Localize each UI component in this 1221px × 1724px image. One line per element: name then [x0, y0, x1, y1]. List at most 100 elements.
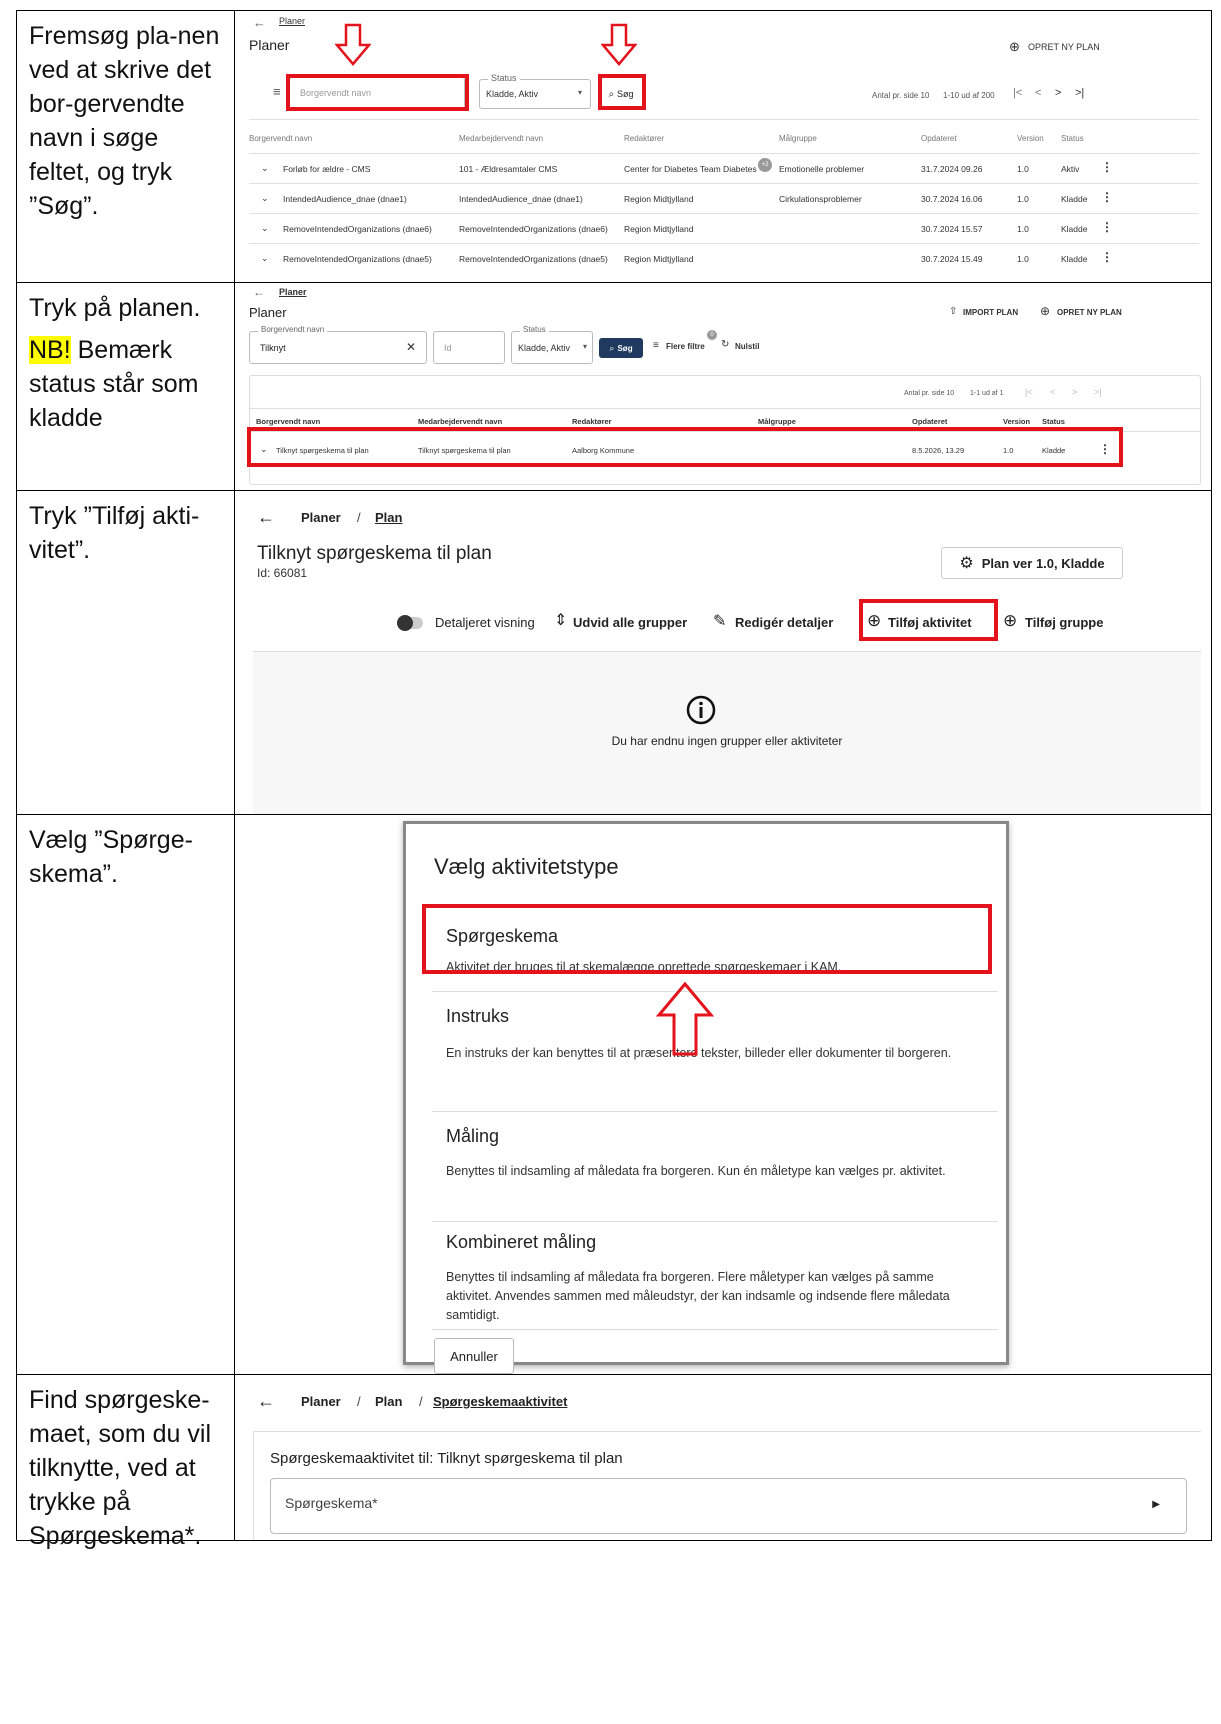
status-select[interactable]: Status Kladde, Aktiv ▾: [479, 73, 591, 109]
last-page-icon[interactable]: >|: [1075, 87, 1084, 99]
first-page-icon[interactable]: |<: [1025, 387, 1033, 397]
dialog-title: Vælg aktivitetstype: [434, 854, 619, 879]
activity-form: Spørgeskemaaktivitet til: Tilknyt spørge…: [253, 1431, 1201, 1540]
filter-icon: ≡: [653, 340, 659, 351]
prev-page-icon[interactable]: <: [1050, 387, 1055, 397]
step-row-1: Fremsøg pla-nen ved at skrive det bor-ge…: [17, 11, 1211, 283]
next-page-icon[interactable]: >: [1072, 387, 1077, 397]
id-field[interactable]: Id: [433, 331, 505, 364]
create-plan-button[interactable]: OPRET NY PLAN: [1028, 42, 1100, 52]
breadcrumb-current: Spørgeskemaaktivitet: [433, 1394, 568, 1409]
reset-icon: ↻: [721, 339, 730, 350]
step-row-2: Tryk på planen. NB! Bemærk status står s…: [17, 283, 1211, 491]
down-arrow-icon: [335, 23, 371, 66]
expand-all-button[interactable]: Udvid alle grupper: [573, 615, 687, 630]
add-circle-icon: ⊕: [1003, 611, 1018, 630]
option-measurement[interactable]: Måling Benyttes til indsamling af måleda…: [432, 1112, 998, 1222]
back-arrow-icon[interactable]: ←: [257, 507, 275, 528]
step-row-4: Vælg ”Spørge-skema”. Vælg aktivitetstype…: [17, 815, 1211, 1375]
filter-count-badge: 0: [707, 330, 717, 340]
option-instruction[interactable]: Instruks En instruks der kan benyttes ti…: [432, 992, 998, 1112]
up-arrow-icon: [655, 981, 715, 1056]
form-title: Spørgeskemaaktivitet til: Tilknyt spørge…: [270, 1450, 623, 1467]
breadcrumb[interactable]: Planer: [279, 287, 307, 297]
plans-table: Borgervendt navn Medarbejdervendt navn R…: [249, 119, 1199, 274]
filter-icon[interactable]: ≡: [273, 84, 281, 99]
caret-right-icon: ▶: [1152, 1499, 1160, 1510]
highlight-search-input: [286, 74, 469, 111]
instruction-table: Fremsøg pla-nen ved at skrive det bor-ge…: [16, 10, 1212, 1550]
per-page[interactable]: Antal pr. side 10: [904, 390, 954, 397]
empty-message: Du har endnu ingen grupper eller aktivit…: [611, 734, 843, 748]
breadcrumb-planer[interactable]: Planer: [301, 510, 341, 525]
clear-icon[interactable]: ✕: [406, 340, 416, 354]
dropdown-icon: ▾: [582, 342, 587, 351]
last-page-icon[interactable]: >|: [1094, 387, 1102, 397]
breadcrumb-planer[interactable]: Planer: [301, 1394, 341, 1409]
create-plan-button[interactable]: OPRET NY PLAN: [1057, 308, 1122, 317]
activity-type-dialog: Vælg aktivitetstype Spørgeskema Aktivite…: [403, 821, 1009, 1374]
down-arrow-icon: [601, 23, 637, 66]
plan-version-button[interactable]: ⚙ Plan ver 1.0, Kladde: [941, 547, 1123, 579]
table-row[interactable]: ⌄ IntendedAudience_dnae (dnae1) Intended…: [249, 184, 1199, 214]
status-select[interactable]: Status Kladde, Aktiv ▾: [511, 325, 593, 364]
table-row[interactable]: ⌄ RemoveIntendedOrganizations (dnae5) Re…: [249, 244, 1199, 274]
expand-icon[interactable]: ⌄: [261, 163, 269, 174]
plan-title: Tilknyt spørgeskema til plan: [257, 543, 492, 564]
highlight-search-button: [598, 74, 646, 110]
step-1-screenshot: ← Planer Planer ⊕ OPRET NY PLAN ≡ Borger…: [235, 11, 1211, 282]
breadcrumb-plan[interactable]: Plan: [375, 1394, 402, 1409]
search-button[interactable]: ⌕ Søg: [599, 338, 643, 358]
highlight-questionnaire-option: [422, 904, 992, 974]
detailed-view-label: Detaljeret visning: [435, 615, 535, 630]
per-page[interactable]: Antal pr. side 10: [872, 91, 929, 100]
name-field[interactable]: Borgervendt navn Tilknyt ✕: [249, 325, 427, 364]
expand-icon[interactable]: ⌄: [261, 193, 269, 204]
prev-page-icon[interactable]: <: [1035, 87, 1041, 99]
breadcrumb-plan[interactable]: Plan: [375, 510, 402, 525]
reset-button[interactable]: Nulstil: [735, 342, 759, 351]
empty-state-panel: Du har endnu ingen grupper eller aktivit…: [253, 651, 1201, 814]
back-arrow-icon[interactable]: ←: [253, 285, 265, 299]
info-icon: [686, 695, 716, 725]
expand-icon: ⇕: [554, 612, 568, 629]
first-page-icon[interactable]: |<: [1013, 87, 1022, 99]
cancel-button[interactable]: Annuller: [434, 1338, 514, 1374]
back-arrow-icon[interactable]: ←: [257, 1391, 275, 1412]
questionnaire-field[interactable]: Spørgeskema* ▶: [270, 1478, 1187, 1534]
more-vert-icon[interactable]: ⋮: [1101, 250, 1113, 264]
breadcrumb-separator: /: [357, 1394, 361, 1409]
import-plan-button[interactable]: IMPORT PLAN: [963, 308, 1018, 317]
nb-highlight: NB!: [29, 336, 71, 364]
add-circle-icon: ⊕: [1040, 304, 1051, 318]
page-range: 1-10 ud af 200: [943, 91, 995, 100]
more-vert-icon[interactable]: ⋮: [1101, 160, 1113, 174]
highlight-add-activity: [859, 599, 998, 641]
next-page-icon[interactable]: >: [1055, 87, 1061, 99]
breadcrumb[interactable]: Planer: [279, 16, 305, 26]
more-filters-button[interactable]: Flere filtre: [666, 342, 705, 351]
expand-icon[interactable]: ⌄: [261, 253, 269, 264]
add-group-button[interactable]: Tilføj gruppe: [1025, 615, 1103, 630]
step-row-3: Tryk ”Tilføj akti-vitet”. ← Planer / Pla…: [17, 491, 1211, 815]
step-row-5: Find spørgeske-maet, som du vil tilknytt…: [17, 1375, 1211, 1550]
detailed-view-toggle[interactable]: [397, 615, 423, 631]
step-5-text: Find spørgeske-maet, som du vil tilknytt…: [17, 1375, 235, 1550]
gear-icon: ⚙: [959, 555, 974, 572]
dropdown-icon: ▾: [577, 88, 582, 97]
page-title: Planer: [249, 305, 287, 320]
step-4-text: Vælg ”Spørge-skema”.: [17, 815, 235, 1374]
table-row[interactable]: ⌄ Forløb for ældre - CMS 101 - Ældresamt…: [249, 154, 1199, 184]
add-circle-icon: ⊕: [1009, 39, 1020, 54]
table-row[interactable]: ⌄ RemoveIntendedOrganizations (dnae6) Re…: [249, 214, 1199, 244]
breadcrumb-separator: /: [419, 1394, 423, 1409]
more-vert-icon[interactable]: ⋮: [1101, 220, 1113, 234]
more-vert-icon[interactable]: ⋮: [1101, 190, 1113, 204]
option-combined-measurement[interactable]: Kombineret måling Benyttes til indsamlin…: [432, 1222, 998, 1330]
table-header: Borgervendt navn Medarbejdervendt navn R…: [249, 120, 1199, 154]
back-arrow-icon[interactable]: ←: [253, 15, 266, 30]
page-title: Planer: [249, 37, 290, 53]
editors-badge: +2: [758, 158, 772, 172]
edit-details-button[interactable]: Redigér detaljer: [735, 615, 833, 630]
expand-icon[interactable]: ⌄: [261, 223, 269, 234]
